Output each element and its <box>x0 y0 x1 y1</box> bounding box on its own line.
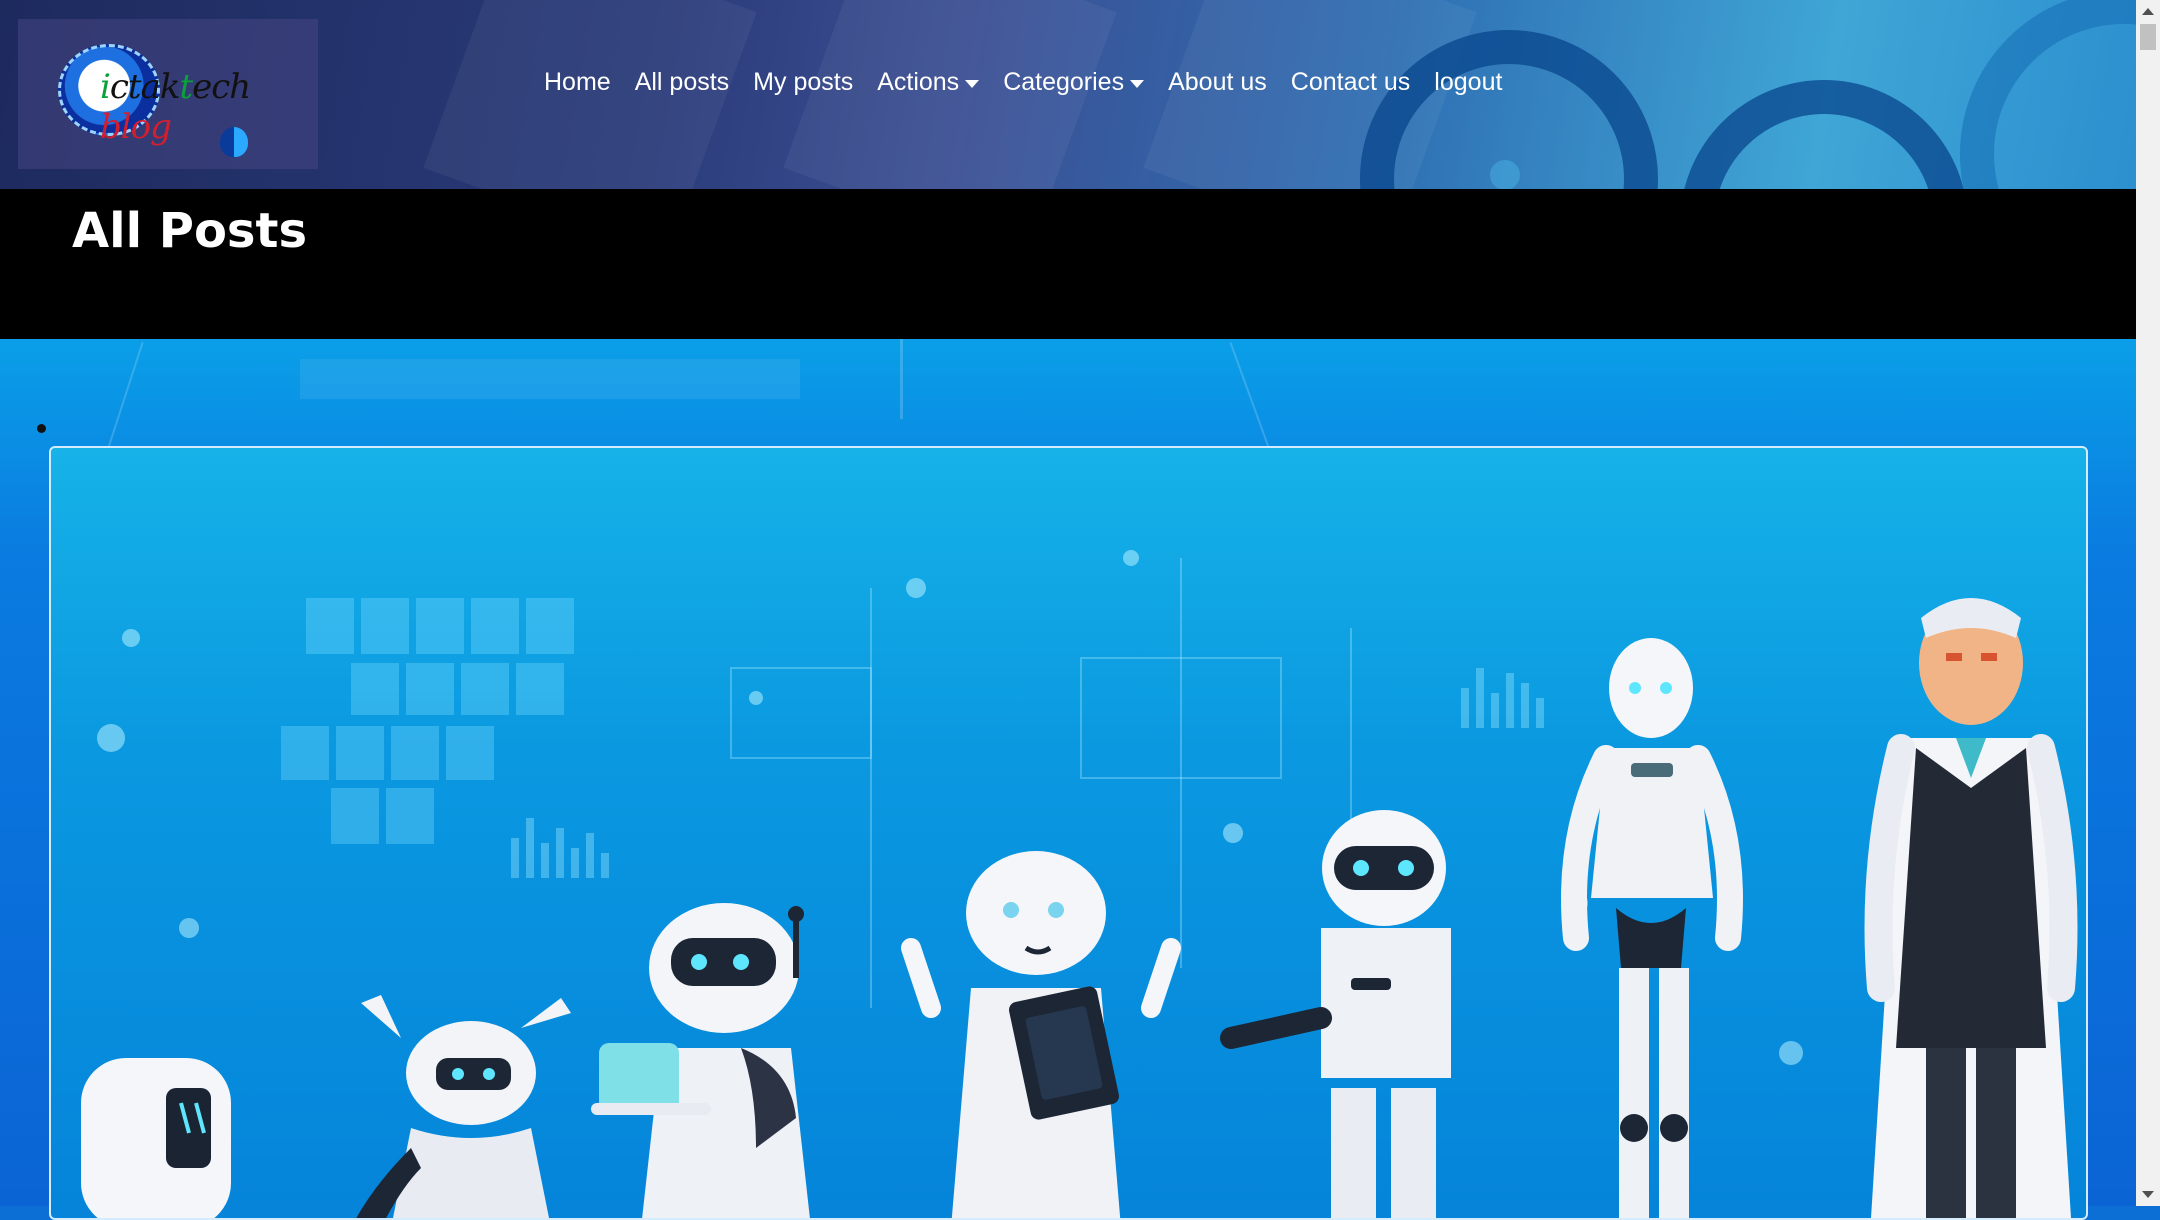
site-logo[interactable]: ictaktech blog <box>18 19 318 169</box>
gear-hole <box>1490 160 1520 189</box>
post-card[interactable] <box>49 446 2088 1220</box>
bg-panel <box>300 359 800 399</box>
logo-drop-icon <box>220 127 248 157</box>
nav-logout[interactable]: logout <box>1422 64 1514 101</box>
page-title: All Posts <box>72 203 308 259</box>
scroll-thumb[interactable] <box>2140 24 2156 50</box>
scroll-up-arrow-icon[interactable] <box>2142 8 2154 15</box>
page-title-band: All Posts <box>0 189 2136 339</box>
caret-down-icon <box>1130 79 1145 88</box>
bg-line <box>900 339 903 419</box>
nav-categories-dropdown[interactable]: Categories <box>991 64 1156 101</box>
nav-contact-us[interactable]: Contact us <box>1279 64 1423 101</box>
nav-all-posts[interactable]: All posts <box>623 64 741 101</box>
robots-illustration-icon <box>81 550 2078 1218</box>
gear-icon <box>1960 0 2136 189</box>
logo-wordmark: ictaktech blog <box>100 67 251 147</box>
caret-down-icon <box>965 79 980 88</box>
scroll-down-arrow-icon[interactable] <box>2142 1191 2154 1198</box>
nav-actions-dropdown[interactable]: Actions <box>865 64 991 101</box>
nav-my-posts[interactable]: My posts <box>741 64 865 101</box>
main-nav: Home All posts My posts Actions Categori… <box>532 64 1514 101</box>
bg-line <box>1229 342 1273 456</box>
gear-icon <box>1680 80 1968 189</box>
vertical-scrollbar[interactable] <box>2136 0 2160 1206</box>
nav-about-us[interactable]: About us <box>1156 64 1279 101</box>
site-header: ictaktech blog Home All posts My posts A… <box>0 0 2136 189</box>
list-bullet <box>37 424 46 433</box>
nav-home[interactable]: Home <box>532 64 623 101</box>
